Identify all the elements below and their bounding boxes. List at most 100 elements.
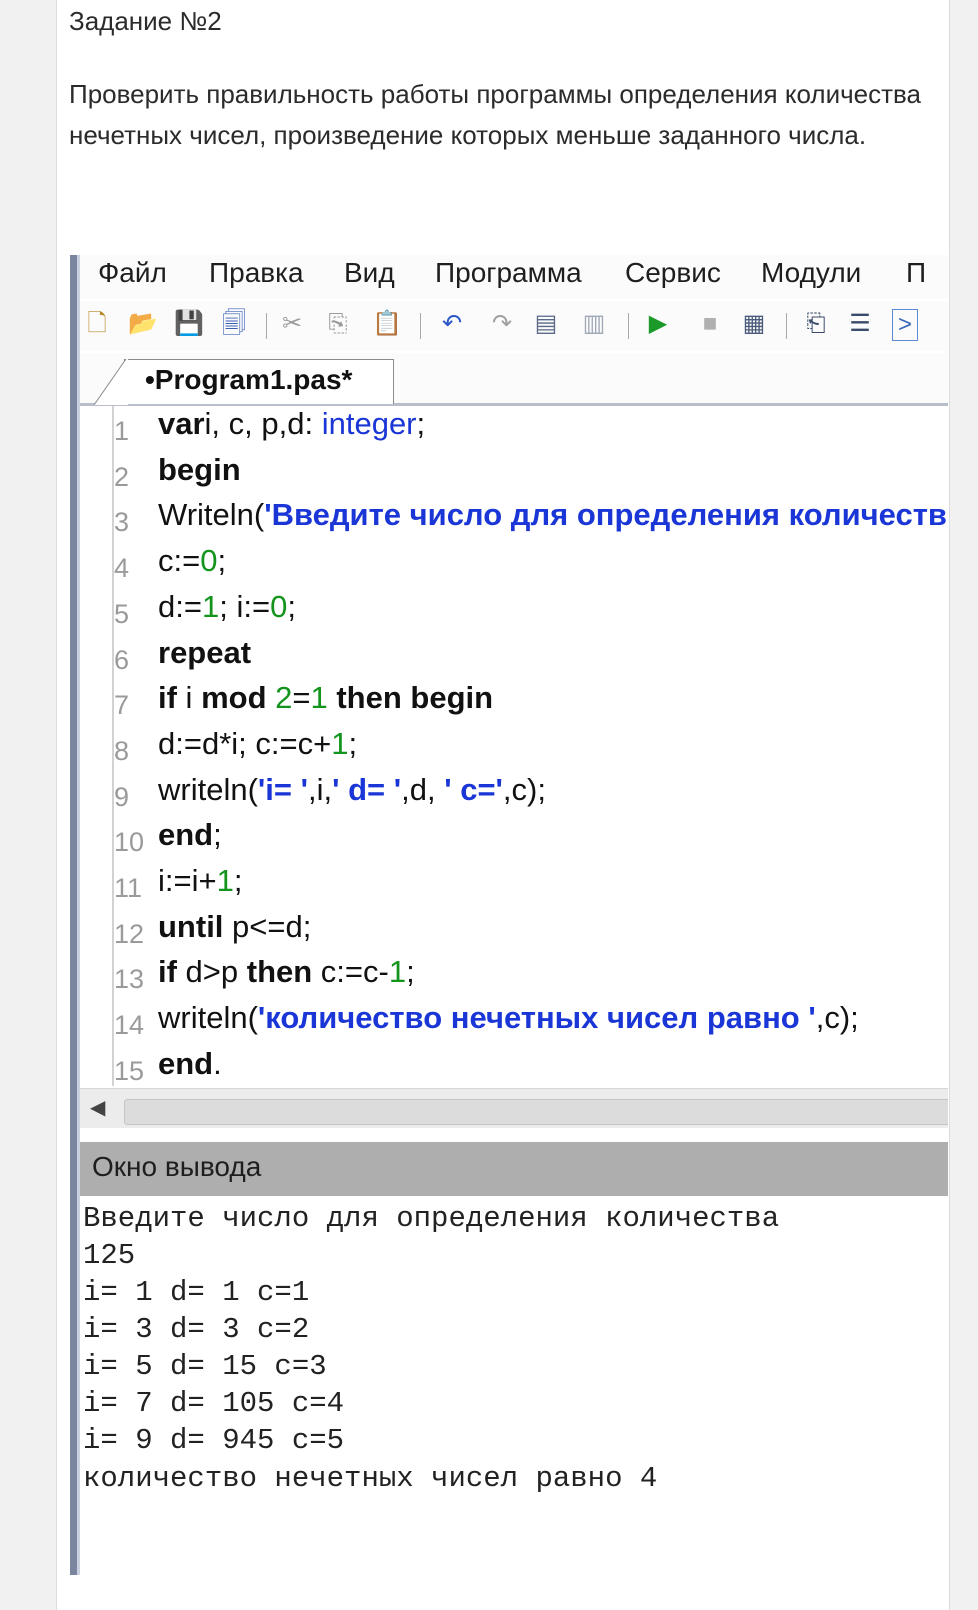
- menu-view[interactable]: Вид: [344, 257, 395, 289]
- code-token: 'i= ': [257, 772, 308, 807]
- menu-bar: Файл Правка Вид Программа Сервис Модули …: [80, 255, 948, 299]
- save-all-icon[interactable]: 🗐: [220, 309, 248, 339]
- replace-icon[interactable]: ▥: [580, 309, 608, 339]
- run-icon[interactable]: ▶: [644, 309, 672, 339]
- code-token: until: [158, 909, 224, 944]
- scroll-left-icon[interactable]: ◀: [90, 1095, 105, 1120]
- cut-icon[interactable]: ✂: [278, 309, 306, 339]
- code-token: 1: [388, 954, 407, 989]
- line-number: 7: [114, 690, 130, 720]
- page-border-left: [56, 0, 57, 1610]
- code-editor[interactable]: 1 vari, c, p,d: integer; 2 begin 3 Writeln('В…: [80, 406, 948, 1086]
- code-token: ;: [287, 589, 296, 624]
- line-number: 9: [114, 782, 130, 812]
- code-token: c:=: [158, 543, 201, 578]
- toolbar-separator: [786, 313, 787, 339]
- code-token: 1: [310, 680, 328, 715]
- output-panel[interactable]: Введите число для определения количества…: [80, 1196, 948, 1575]
- page-margin-left: [0, 0, 56, 1610]
- task-description: Проверить правильность работы программы …: [69, 79, 921, 150]
- code-token: ;: [233, 863, 243, 898]
- code-token: 'Введите число для определения количеств: [264, 497, 947, 532]
- code-token: ; i:=: [219, 589, 271, 624]
- code-text: end;: [158, 817, 222, 853]
- ide-window-edge: [70, 255, 77, 1575]
- code-token: ,d,: [401, 772, 445, 807]
- paste-icon[interactable]: 📋: [372, 309, 402, 339]
- code-token: 1: [331, 726, 349, 761]
- copy-icon[interactable]: ⎘: [324, 309, 352, 339]
- line-number: 13: [114, 964, 145, 994]
- code-token: =: [292, 680, 311, 715]
- tab-slant-edge: [94, 359, 128, 405]
- code-token: ' c=': [444, 772, 503, 807]
- code-token: ;: [406, 954, 415, 989]
- code-text: if i mod 2=1 then begin: [158, 680, 493, 716]
- tab-bar: •Program1.pas*: [80, 353, 948, 406]
- code-token: d:=: [158, 589, 202, 624]
- code-text: c:=0;: [158, 543, 226, 579]
- console-icon[interactable]: >: [892, 309, 918, 341]
- toolbar: 🗋 📂 💾 🗐 ✂ ⎘ 📋 ↶ ↷ ▤ ▥ ▶ ■ ▦ ⎗ ☰ >: [80, 301, 948, 351]
- stop-icon[interactable]: ■: [696, 309, 724, 339]
- code-token: ,c);: [502, 772, 546, 807]
- output-line: i= 9 d= 945 c=5: [83, 1424, 345, 1457]
- code-token: repeat: [158, 635, 252, 670]
- menu-service[interactable]: Сервис: [625, 257, 721, 289]
- code-text: writeln('i= ',i,' d= ',d, ' c=',c);: [158, 772, 546, 808]
- task-title: Задание №2: [69, 6, 222, 36]
- code-token: ' d= ': [332, 772, 402, 807]
- code-token: integer: [321, 406, 417, 441]
- step-over-icon[interactable]: ☰: [846, 309, 874, 339]
- output-line: Введите число для определения количества: [83, 1202, 780, 1235]
- toolbar-separator: [628, 313, 629, 339]
- tab-label: •Program1.pas*: [145, 364, 353, 395]
- line-number: 15: [114, 1056, 145, 1086]
- menu-file[interactable]: Файл: [98, 257, 167, 289]
- code-token: ,c);: [815, 1000, 859, 1035]
- menu-help[interactable]: П: [906, 257, 926, 289]
- line-number: 2: [114, 462, 130, 492]
- scrollbar-thumb[interactable]: [124, 1099, 948, 1125]
- find-icon[interactable]: ▤: [532, 309, 560, 339]
- code-token: then begin: [336, 680, 494, 715]
- toolbar-separator: [420, 313, 421, 339]
- code-token: ;: [213, 817, 222, 852]
- output-line: количество нечетных чисел равно 4: [83, 1462, 658, 1495]
- code-text: writeln('количество нечетных чисел равно…: [158, 1000, 859, 1036]
- line-number: 14: [114, 1010, 145, 1040]
- tab-program1[interactable]: •Program1.pas*: [124, 359, 394, 404]
- code-token: .: [213, 1046, 222, 1081]
- code-text: end.: [158, 1046, 222, 1082]
- undo-icon[interactable]: ↶: [438, 309, 466, 339]
- code-text: Writeln('Введите число для определения к…: [158, 497, 947, 533]
- page-border-right: [949, 0, 950, 1610]
- code-token: writeln(: [158, 1000, 258, 1035]
- save-icon[interactable]: 💾: [174, 309, 204, 339]
- compile-icon[interactable]: ▦: [740, 309, 768, 339]
- code-text: d:=1; i:=0;: [158, 589, 296, 625]
- menu-modules[interactable]: Модули: [761, 257, 861, 289]
- code-token: ;: [348, 726, 358, 761]
- line-number: 10: [114, 827, 145, 857]
- code-token: d>p: [176, 954, 247, 989]
- code-text: repeat: [158, 635, 251, 671]
- menu-edit[interactable]: Правка: [209, 257, 304, 289]
- redo-icon[interactable]: ↷: [488, 309, 516, 339]
- open-folder-icon[interactable]: 📂: [128, 309, 158, 339]
- output-line: i= 5 d= 15 c=3: [83, 1350, 327, 1383]
- line-number: 11: [114, 873, 143, 903]
- menu-program[interactable]: Программа: [435, 257, 582, 289]
- output-line: i= 3 d= 3 c=2: [83, 1313, 310, 1346]
- new-file-icon[interactable]: 🗋: [83, 309, 111, 339]
- step-into-icon[interactable]: ⎗: [802, 309, 830, 339]
- line-number: 3: [114, 507, 130, 537]
- line-number: 5: [114, 599, 130, 629]
- code-token: end: [158, 1046, 214, 1081]
- line-number: 12: [114, 919, 145, 949]
- code-token: begin: [158, 452, 241, 487]
- horizontal-scrollbar[interactable]: ◀: [80, 1088, 948, 1129]
- code-token: i: [176, 680, 202, 715]
- code-token: 2: [275, 680, 293, 715]
- code-token: p<=d;: [223, 909, 312, 944]
